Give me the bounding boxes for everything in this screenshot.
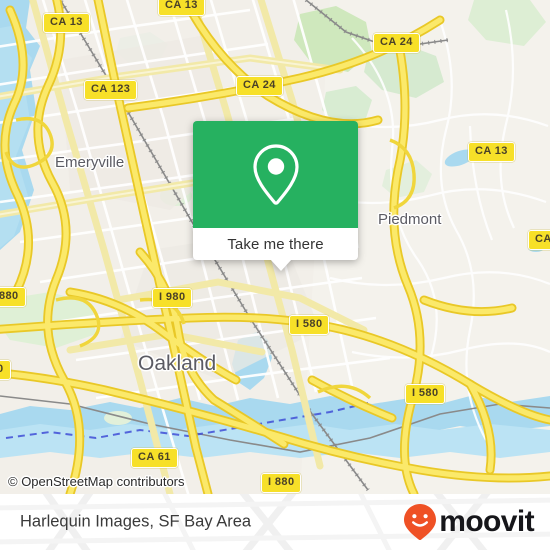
- take-me-there-label: Take me there: [227, 235, 324, 253]
- moovit-brand[interactable]: moovit: [403, 503, 535, 541]
- osm-attribution[interactable]: © OpenStreetMap contributors: [8, 474, 185, 489]
- footer-bar: Harlequin Images, SF Bay Area moovit: [0, 494, 550, 550]
- map-screenshot: Emeryville Oakland Piedmont CA 13 CA 13 …: [0, 0, 550, 550]
- location-pin-icon: [252, 143, 299, 205]
- callout-header: [193, 121, 358, 228]
- location-callout-card[interactable]: Take me there: [193, 121, 358, 271]
- callout-pointer: [270, 259, 292, 271]
- callout-action[interactable]: Take me there: [193, 228, 358, 260]
- map-canvas[interactable]: Emeryville Oakland Piedmont CA 13 CA 13 …: [0, 0, 550, 494]
- page-title: Harlequin Images, SF Bay Area: [20, 512, 252, 531]
- moovit-wordmark: moovit: [439, 505, 534, 538]
- moovit-smiley-pin-icon: [404, 504, 437, 540]
